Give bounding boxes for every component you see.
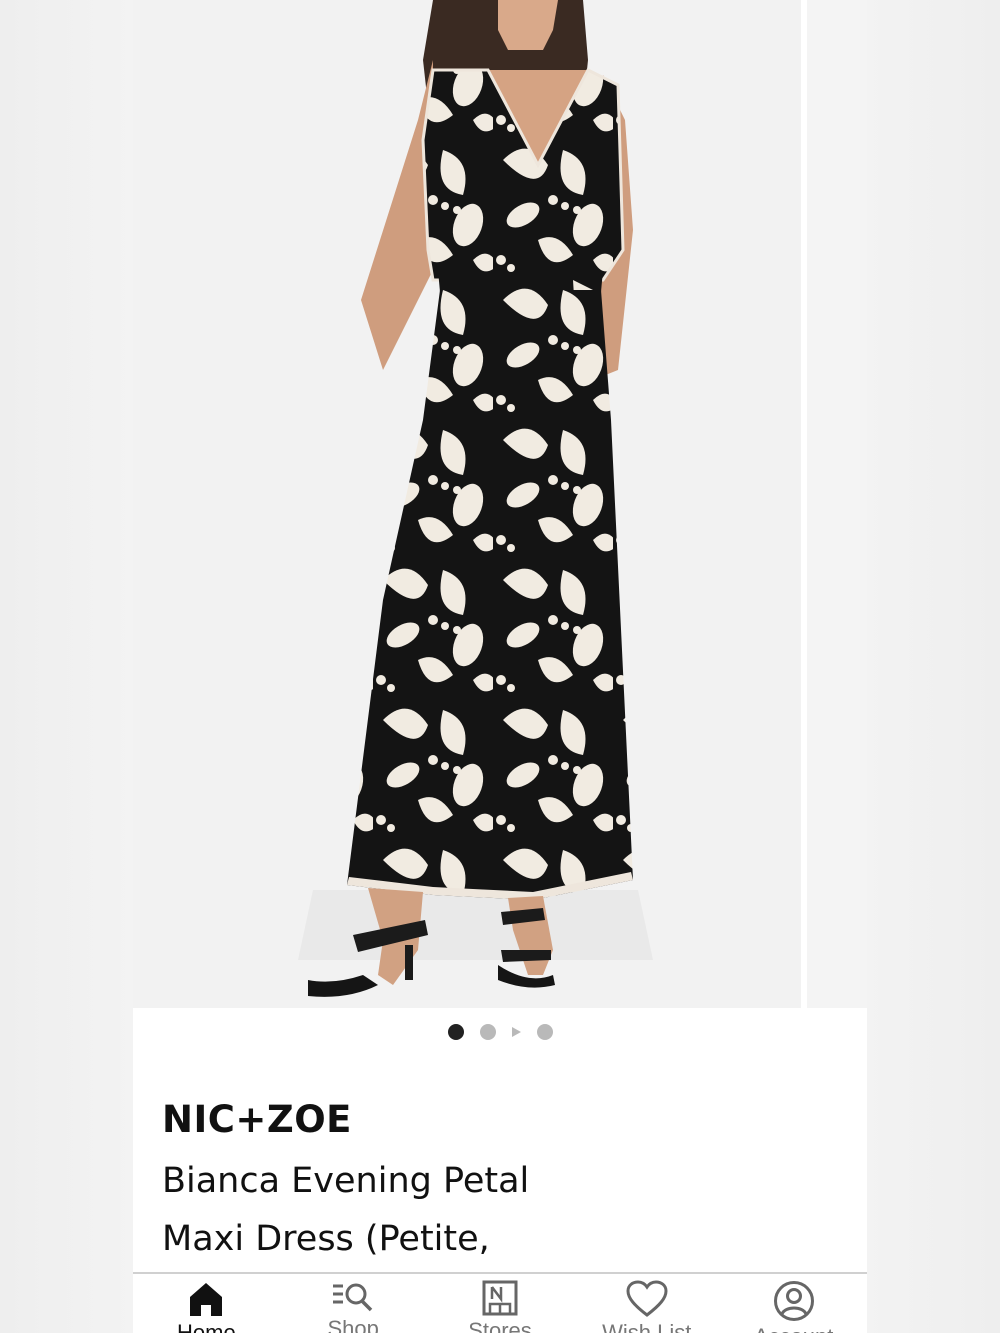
video-play-icon[interactable]: [511, 1027, 521, 1037]
tab-home[interactable]: Home: [133, 1274, 280, 1333]
bottom-tab-bar: Home Shop Stores Wish List: [133, 1272, 867, 1333]
product-image-carousel[interactable]: [133, 0, 867, 1008]
carousel-pagination: [133, 1020, 867, 1044]
product-title: Bianca Evening Petal Maxi Dress (Petite,: [162, 1161, 530, 1259]
backdrop-right: [867, 0, 1000, 1333]
tab-shop[interactable]: Shop: [280, 1274, 427, 1333]
pagination-dot-3[interactable]: [536, 1024, 553, 1040]
product-page: NIC+ZOE Bianca Evening Petal Maxi Dress …: [133, 0, 867, 1333]
backdrop-left: [0, 0, 133, 1333]
tab-stores[interactable]: Stores: [427, 1274, 574, 1333]
tab-shop-label: Shop: [327, 1316, 379, 1333]
account-icon: [773, 1280, 815, 1322]
heart-icon: [626, 1280, 668, 1318]
model-photo: [298, 0, 653, 997]
product-brand[interactable]: NIC+ZOE: [162, 1098, 352, 1141]
pagination-dot-2[interactable]: [479, 1024, 496, 1040]
pagination-dot-1[interactable]: [447, 1024, 464, 1040]
tab-stores-label: Stores: [468, 1318, 532, 1333]
next-product-image-peek[interactable]: [807, 0, 867, 1008]
tab-home-label: Home: [177, 1320, 236, 1333]
search-list-icon: [331, 1280, 375, 1314]
tab-wish-list[interactable]: Wish List: [573, 1274, 720, 1333]
tab-account-label: Account: [754, 1324, 834, 1333]
home-icon: [187, 1280, 225, 1318]
product-image[interactable]: [133, 0, 801, 1008]
tab-account[interactable]: Account: [720, 1274, 867, 1333]
tab-wish-list-label: Wish List: [602, 1320, 692, 1333]
store-icon: [482, 1280, 518, 1316]
